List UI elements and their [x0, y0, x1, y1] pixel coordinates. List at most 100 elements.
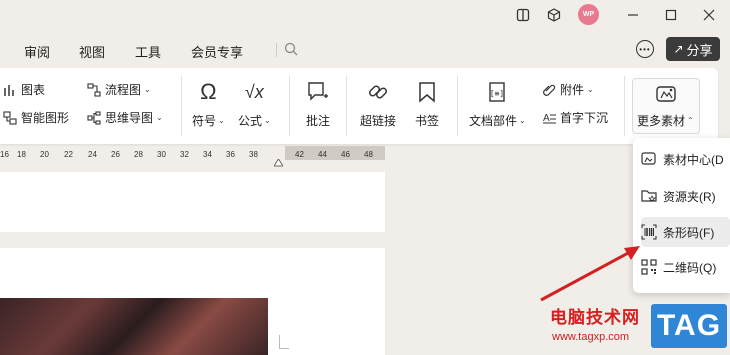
symbol-button[interactable]: Ω 符号 ⌄ — [192, 78, 225, 129]
chevron-up-icon: ⌃ — [687, 116, 694, 125]
share-icon: ↗ — [673, 42, 684, 56]
chevron-down-icon: ⌄ — [587, 85, 594, 94]
more-assets-icon — [655, 83, 679, 105]
attachment-button[interactable]: 附件 ⌄ — [541, 81, 594, 98]
chat-icon[interactable]: ••• — [636, 40, 654, 58]
qrcode-icon — [641, 259, 657, 275]
menu-item-label: 素材中心(D — [663, 152, 724, 167]
flowchart-label: 流程图 — [105, 83, 142, 97]
mindmap-button[interactable]: 思维导图 ⌄ — [86, 109, 163, 126]
menu-item-label: 条形码(F) — [663, 225, 715, 240]
ruler-tick: 34 — [203, 150, 212, 159]
ruler-tick: 22 — [64, 150, 73, 159]
menu-view[interactable]: 视图 — [79, 42, 105, 61]
symbol-label: 符号 — [192, 114, 217, 128]
ribbon-toolbar: 图表 智能图形 流程图 ⌄ 思维导图 ⌄ Ω 符号 ⌄ √x 公式 ⌄ 批注 超… — [0, 68, 718, 144]
maximize-icon[interactable] — [662, 6, 680, 24]
dropcap-label: 首字下沉 — [560, 111, 609, 125]
chevron-down-icon: ⌄ — [144, 85, 151, 94]
bookmark-icon — [413, 78, 441, 106]
page-corner-mark — [279, 335, 289, 349]
chevron-down-icon: ⌄ — [264, 116, 271, 125]
search-icon[interactable] — [284, 42, 298, 59]
more-assets-dropdown: 素材中心(D 资源夹(R) 条形码(F) 二维码(Q) — [633, 138, 730, 293]
ribbon-separator — [624, 76, 625, 136]
asset-center-icon — [641, 151, 657, 167]
smartart-label: 智能图形 — [21, 111, 70, 125]
mindmap-label: 思维导图 — [105, 111, 154, 125]
paperclip-icon — [541, 82, 557, 98]
watermark-tag-logo: TAG — [651, 304, 727, 348]
chevron-down-icon: ⌄ — [156, 113, 163, 122]
dropcap-button[interactable]: A 首字下沉 — [541, 109, 608, 126]
attachment-label: 附件 — [560, 83, 585, 97]
ruler-tick: 28 — [134, 150, 143, 159]
ruler-tick: 26 — [111, 150, 120, 159]
menu-review[interactable]: 审阅 — [24, 42, 50, 61]
ruler-tick: 44 — [318, 150, 327, 159]
ribbon-separator — [181, 76, 182, 136]
hyperlink-label: 超链接 — [360, 114, 397, 128]
comment-button[interactable]: 批注 — [304, 78, 332, 129]
chevron-down-icon: ⌄ — [218, 116, 225, 125]
menu-item-resource-folder[interactable]: 资源夹(R) — [641, 181, 730, 211]
docpart-button[interactable]: [≡] 文档部件 ⌄ — [469, 78, 526, 129]
resource-folder-icon — [641, 188, 657, 204]
title-bar: WP — [0, 0, 730, 30]
menu-item-qrcode[interactable]: 二维码(Q) — [641, 252, 730, 282]
formula-label: 公式 — [238, 114, 263, 128]
docpart-label: 文档部件 — [469, 114, 518, 128]
chart-button[interactable]: 图表 — [2, 81, 45, 98]
close-icon[interactable] — [700, 6, 718, 24]
comment-label: 批注 — [305, 114, 330, 128]
minimize-icon[interactable] — [624, 6, 642, 24]
more-assets-button[interactable]: 更多素材 ⌃ — [632, 78, 700, 134]
formula-icon: √x — [244, 81, 264, 102]
watermark-url: www.tagxp.com — [552, 331, 630, 343]
menu-item-label: 资源夹(R) — [663, 189, 716, 204]
svg-text:A: A — [543, 113, 550, 124]
bookmark-button[interactable]: 书签 — [413, 78, 441, 129]
smartart-button[interactable]: 智能图形 — [2, 109, 69, 126]
barcode-icon — [641, 224, 657, 240]
ruler-tick: 24 — [88, 150, 97, 159]
document-page-top[interactable] — [0, 172, 385, 232]
chart-label: 图表 — [21, 83, 46, 97]
ruler-tick: 16 — [0, 150, 9, 159]
comment-icon — [304, 78, 332, 106]
menu-member[interactable]: 会员专享 — [191, 42, 243, 61]
mindmap-icon — [86, 110, 102, 126]
link-icon — [364, 78, 392, 106]
share-label: 分享 — [686, 42, 713, 58]
flowchart-icon — [86, 82, 102, 98]
docpart-icon: [≡] — [483, 78, 511, 106]
ruler-tick: 38 — [249, 150, 258, 159]
formula-button[interactable]: √x 公式 ⌄ — [238, 78, 271, 129]
chevron-down-icon: ⌄ — [519, 116, 526, 125]
avatar[interactable]: WP — [578, 4, 599, 25]
document-image[interactable] — [0, 298, 268, 355]
ribbon-separator — [346, 76, 347, 136]
omega-icon: Ω — [200, 79, 217, 104]
ruler-tick: 30 — [157, 150, 166, 159]
svg-text:[≡]: [≡] — [490, 89, 504, 98]
ruler-tick: 32 — [180, 150, 189, 159]
horizontal-ruler[interactable]: 16 18 20 22 24 26 28 30 32 34 36 38 42 4… — [0, 146, 385, 167]
share-button[interactable]: ↗ 分享 — [666, 37, 720, 61]
menu-item-asset-center[interactable]: 素材中心(D — [641, 144, 730, 174]
menu-item-barcode[interactable]: 条形码(F) — [641, 217, 730, 247]
hyperlink-button[interactable]: 超链接 — [360, 78, 396, 129]
watermark-site-name: 电脑技术网 — [550, 308, 640, 327]
flowchart-button[interactable]: 流程图 ⌄ — [86, 81, 151, 98]
cube-icon[interactable] — [545, 6, 563, 24]
ruler-tick: 42 — [295, 150, 304, 159]
ribbon-separator — [289, 76, 290, 136]
menu-item-label: 二维码(Q) — [663, 260, 717, 275]
indent-marker[interactable] — [273, 156, 284, 170]
window-layout-icon[interactable] — [514, 6, 532, 24]
menu-tools[interactable]: 工具 — [135, 42, 161, 61]
ruler-tick: 46 — [341, 150, 350, 159]
bookmark-label: 书签 — [414, 114, 439, 128]
ribbon-separator — [457, 76, 458, 136]
ruler-tick: 20 — [40, 150, 49, 159]
